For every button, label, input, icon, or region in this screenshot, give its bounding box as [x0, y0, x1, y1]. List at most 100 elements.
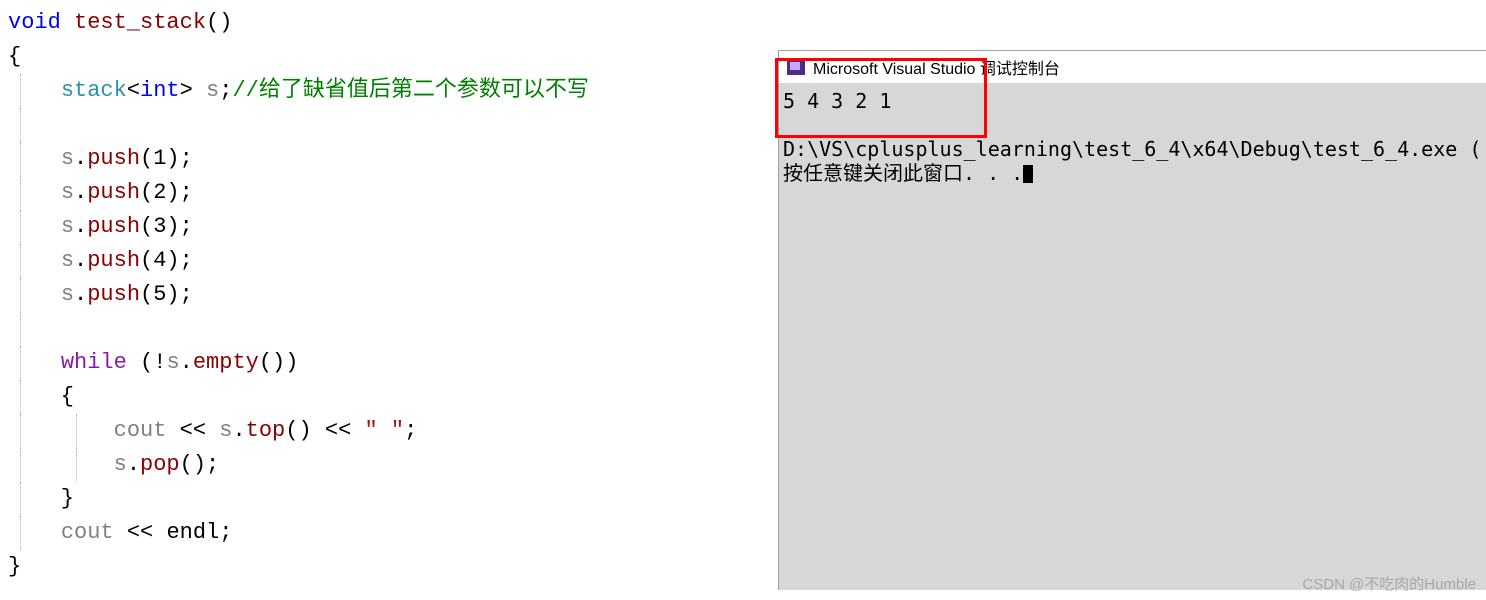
indent	[8, 248, 61, 273]
code-line: s.push(3);	[8, 210, 772, 244]
indent	[8, 452, 114, 477]
func-push: push	[87, 146, 140, 171]
console-body[interactable]: 5 4 3 2 1 D:\VS\cplusplus_learning\test_…	[779, 83, 1486, 191]
func-push: push	[87, 248, 140, 273]
arg: (1)	[140, 146, 180, 171]
code-line: }	[8, 550, 772, 584]
dot: .	[180, 350, 193, 375]
indent	[8, 214, 61, 239]
dot: .	[74, 146, 87, 171]
code-line: void test_stack()	[8, 6, 772, 40]
paren: (!	[127, 350, 167, 375]
var-s: s	[61, 214, 74, 239]
endl: endl	[166, 520, 219, 545]
operator: <<	[114, 520, 167, 545]
func-pop: pop	[140, 452, 180, 477]
dot: .	[232, 418, 245, 443]
semicolon: ;	[180, 180, 193, 205]
code-line: }	[8, 482, 772, 516]
brace-open: {	[8, 44, 21, 69]
brace-close: }	[8, 554, 21, 579]
angle: <	[127, 78, 140, 103]
var-s: s	[166, 350, 179, 375]
var-cout: cout	[114, 418, 167, 443]
code-line: s.pop();	[8, 448, 772, 482]
var-s: s	[61, 146, 74, 171]
console-output: 5 4 3 2 1	[783, 89, 1482, 113]
cursor-icon	[1023, 165, 1033, 183]
indent	[8, 146, 61, 171]
console-prompt: 按任意键关闭此窗口. . .	[783, 161, 1023, 185]
code-line: while (!s.empty())	[8, 346, 772, 380]
arg: (2)	[140, 180, 180, 205]
var-s: s	[114, 452, 127, 477]
string-literal: " "	[364, 418, 404, 443]
code-line: stack<int> s;//给了缺省值后第二个参数可以不写	[8, 74, 772, 108]
var-s: s	[61, 248, 74, 273]
semicolon: ;	[404, 418, 417, 443]
parens: ()	[180, 452, 206, 477]
indent	[8, 180, 61, 205]
indent	[8, 78, 61, 103]
console-blank	[783, 113, 1482, 137]
keyword-while: while	[61, 350, 127, 375]
code-editor[interactable]: void test_stack() { stack<int> s;//给了缺省值…	[0, 0, 780, 600]
operator: <<	[166, 418, 219, 443]
func-empty: empty	[193, 350, 259, 375]
arg: (3)	[140, 214, 180, 239]
semicolon: ;	[219, 520, 232, 545]
angle: >	[180, 78, 193, 103]
semicolon: ;	[219, 78, 232, 103]
dot: .	[74, 282, 87, 307]
indent	[8, 350, 61, 375]
func-top: top	[246, 418, 286, 443]
semicolon: ;	[180, 146, 193, 171]
brace-open: {	[8, 384, 74, 409]
operator: <<	[312, 418, 365, 443]
console-titlebar[interactable]: Microsoft Visual Studio 调试控制台	[779, 51, 1486, 83]
func-name: test_stack	[61, 10, 206, 35]
func-push: push	[87, 180, 140, 205]
indent	[8, 282, 61, 307]
console-prompt-line: 按任意键关闭此窗口. . .	[783, 161, 1482, 185]
watermark: CSDN @不吃肉的Humble	[1302, 573, 1476, 594]
parens: ()	[206, 10, 232, 35]
code-line: s.push(5);	[8, 278, 772, 312]
type-int: int	[140, 78, 180, 103]
dot: .	[74, 248, 87, 273]
var-s: s	[193, 78, 219, 103]
console-title: Microsoft Visual Studio 调试控制台	[813, 55, 1060, 79]
code-line: {	[8, 40, 772, 74]
dot: .	[127, 452, 140, 477]
var-s: s	[61, 282, 74, 307]
semicolon: ;	[180, 282, 193, 307]
indent	[8, 520, 61, 545]
code-line-blank	[8, 108, 772, 142]
code-line: {	[8, 380, 772, 414]
indent	[8, 418, 114, 443]
dot: .	[74, 214, 87, 239]
code-line: cout << endl;	[8, 516, 772, 550]
var-s: s	[61, 180, 74, 205]
vs-icon	[787, 59, 805, 75]
dot: .	[74, 180, 87, 205]
console-path: D:\VS\cplusplus_learning\test_6_4\x64\De…	[783, 137, 1482, 161]
func-push: push	[87, 214, 140, 239]
code-line-blank	[8, 312, 772, 346]
semicolon: ;	[180, 214, 193, 239]
keyword-void: void	[8, 10, 61, 35]
arg: (5)	[140, 282, 180, 307]
code-line: s.push(2);	[8, 176, 772, 210]
func-push: push	[87, 282, 140, 307]
var-s: s	[219, 418, 232, 443]
paren: ())	[259, 350, 299, 375]
code-line: s.push(1);	[8, 142, 772, 176]
console-window[interactable]: Microsoft Visual Studio 调试控制台 5 4 3 2 1 …	[778, 50, 1486, 590]
var-cout: cout	[61, 520, 114, 545]
semicolon: ;	[206, 452, 219, 477]
brace-close: }	[8, 486, 74, 511]
semicolon: ;	[180, 248, 193, 273]
type-stack: stack	[61, 78, 127, 103]
parens: ()	[285, 418, 311, 443]
code-line: s.push(4);	[8, 244, 772, 278]
